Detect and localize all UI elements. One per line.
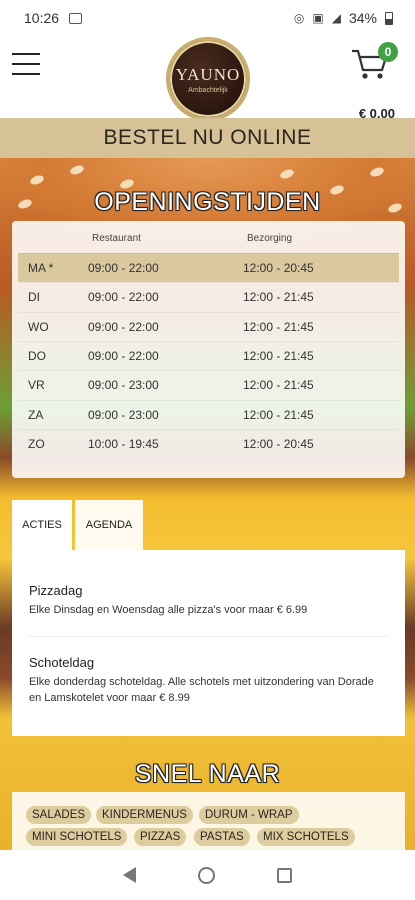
system-nav-bar xyxy=(0,850,415,900)
battery-percent: 34% xyxy=(348,10,377,26)
quick-link-kindermenus[interactable]: KINDERMENUS xyxy=(96,806,193,824)
hours-delivery: 12:00 - 20:45 xyxy=(243,436,314,451)
hours-row: ZO 10:00 - 19:45 12:00 - 20:45 xyxy=(18,428,399,458)
hours-day: VR xyxy=(28,378,45,393)
app-header: YAUNO Ambachtelijk 0 € 0.00 xyxy=(0,36,415,121)
action-title: Schoteldag xyxy=(29,655,95,670)
gallery-notification-icon xyxy=(69,12,83,24)
quick-link-mix-schotels[interactable]: MIX SCHOTELS xyxy=(257,828,355,846)
divider xyxy=(29,636,389,637)
logo-brand: YAUNO xyxy=(175,64,241,84)
hours-row: DI 09:00 - 22:00 12:00 - 21:45 xyxy=(18,282,399,311)
action-title: Pizzadag xyxy=(29,583,83,598)
column-header-restaurant: Restaurant xyxy=(92,233,141,244)
status-bar: 10:26 ◎ ▣ ◢ 34% xyxy=(0,0,415,36)
opening-hours-table: Restaurant Bezorging MA * 09:00 - 22:00 12… xyxy=(12,221,405,478)
hours-row: ZA 09:00 - 23:00 12:00 - 21:45 xyxy=(18,399,399,429)
hours-delivery: 12:00 - 21:45 xyxy=(243,378,314,393)
action-item: Schoteldag Elke donderdag schoteldag. Al… xyxy=(29,655,389,706)
action-text: Elke Dinsdag en Woensdag alle pizza's vo… xyxy=(29,604,308,616)
hours-day: DO xyxy=(28,348,46,363)
order-online-button[interactable]: BESTEL NU ONLINE xyxy=(0,118,415,158)
menu-icon[interactable] xyxy=(12,53,40,75)
recent-apps-icon[interactable] xyxy=(277,867,292,883)
quick-link-salades[interactable]: SALADES xyxy=(26,806,92,824)
hours-day: MA * xyxy=(28,261,54,275)
nfc-icon: ▣ xyxy=(312,11,324,25)
quick-link-durum-wrap[interactable]: DURUM - WRAP xyxy=(199,806,299,824)
back-icon[interactable] xyxy=(123,867,136,883)
cart-button[interactable]: 0 xyxy=(351,42,398,88)
quick-link-pizzas[interactable]: PIZZAS xyxy=(134,828,187,846)
tab-actions[interactable]: ACTIES xyxy=(12,500,72,550)
status-icons: ◎ ▣ ◢ 34% xyxy=(294,10,393,26)
hours-delivery: 12:00 - 21:45 xyxy=(243,319,314,334)
hours-restaurant: 09:00 - 22:00 xyxy=(88,348,159,363)
hours-restaurant: 09:00 - 23:00 xyxy=(88,378,159,393)
hours-restaurant: 09:00 - 23:00 xyxy=(88,407,159,422)
cart-count-badge: 0 xyxy=(378,42,398,62)
column-header-delivery: Bezorging xyxy=(247,233,293,244)
hours-day: ZO xyxy=(28,436,45,451)
hours-delivery: 12:00 - 21:45 xyxy=(243,290,314,305)
action-text: Elke donderdag schoteldag. Alle schotels… xyxy=(29,676,374,704)
hours-restaurant: 09:00 - 22:00 xyxy=(88,261,159,275)
hours-row: WO 09:00 - 22:00 12:00 - 21:45 xyxy=(18,311,399,341)
hours-row: VR 09:00 - 23:00 12:00 - 21:45 xyxy=(18,370,399,399)
quick-link-pastas[interactable]: PASTAS xyxy=(194,828,250,846)
hours-row: MA * 09:00 - 22:00 12:00 - 20:45 xyxy=(18,253,399,282)
opening-hours-title: OPENINGSTIJDEN xyxy=(94,188,321,216)
hours-restaurant: 09:00 - 22:00 xyxy=(88,319,159,334)
home-icon[interactable] xyxy=(198,866,215,884)
hours-restaurant: 10:00 - 19:45 xyxy=(88,436,159,451)
hours-row: DO 09:00 - 22:00 12:00 - 21:45 xyxy=(18,340,399,370)
hours-day: WO xyxy=(28,319,49,334)
hours-delivery: 12:00 - 21:45 xyxy=(243,407,314,422)
quick-links-panel: SALADES KINDERMENUS DURUM - WRAP MINI SC… xyxy=(12,792,405,850)
hours-delivery: 12:00 - 20:45 xyxy=(243,261,314,275)
hours-delivery: 12:00 - 21:45 xyxy=(243,348,314,363)
tab-agenda[interactable]: AGENDA xyxy=(75,500,143,550)
actions-panel: Pizzadag Elke Dinsdag en Woensdag alle p… xyxy=(12,550,405,736)
hours-restaurant: 09:00 - 22:00 xyxy=(88,290,159,305)
status-time: 10:26 xyxy=(24,10,60,26)
action-item: Pizzadag Elke Dinsdag en Woensdag alle p… xyxy=(29,583,389,618)
hours-day: DI xyxy=(28,290,40,305)
signal-icon: ◢ xyxy=(331,11,341,25)
hotspot-icon: ◎ xyxy=(293,11,305,25)
quick-links-title: SNEL NAAR xyxy=(134,760,281,788)
hours-day: ZA xyxy=(28,407,44,422)
quick-link-mini-schotels[interactable]: MINI SCHOTELS xyxy=(26,828,128,846)
logo[interactable]: YAUNO Ambachtelijk xyxy=(166,37,250,121)
logo-sub: Ambachtelijk xyxy=(188,86,228,94)
battery-icon xyxy=(385,11,393,25)
